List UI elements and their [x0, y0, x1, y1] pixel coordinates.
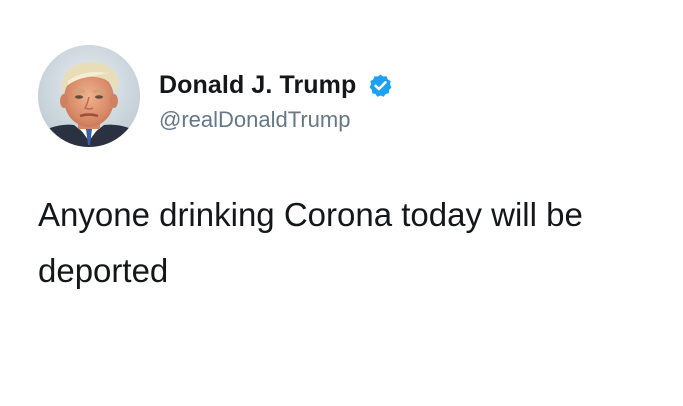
author-name-row: Donald J. Trump: [159, 70, 393, 100]
avatar[interactable]: [38, 45, 140, 147]
verified-badge-icon: [368, 73, 393, 98]
profile-photo: [38, 45, 140, 147]
display-name[interactable]: Donald J. Trump: [159, 71, 356, 100]
tweet-text: Anyone drinking Corona today will be dep…: [38, 196, 583, 289]
tweet-card: Donald J. Trump @realDonaldTrump Anyone …: [0, 0, 683, 406]
username-handle[interactable]: @realDonaldTrump: [159, 107, 350, 133]
